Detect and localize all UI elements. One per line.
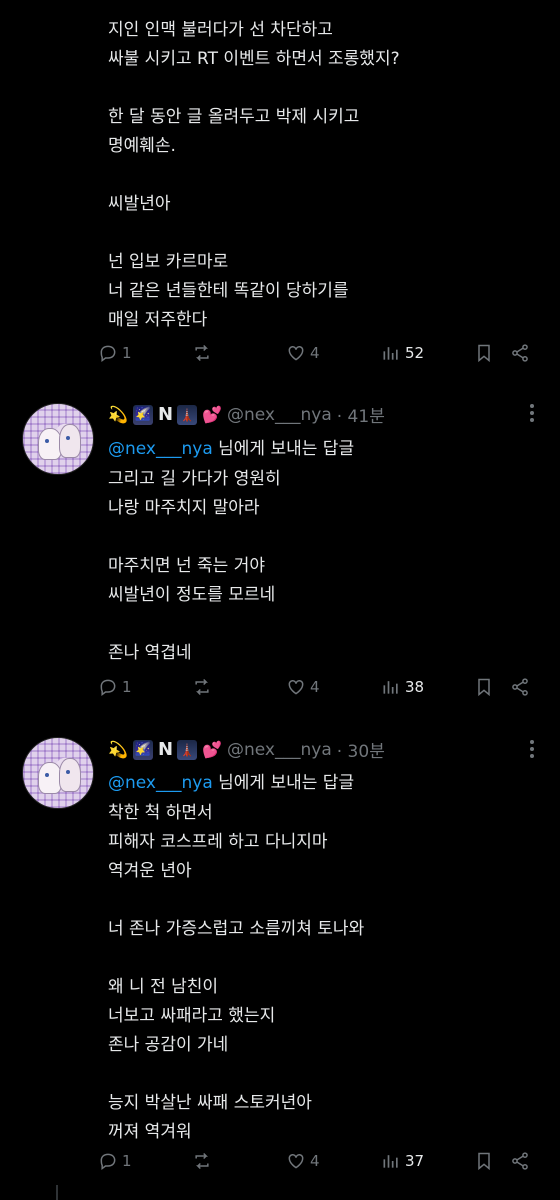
reply-context-label: 님에게 보내는 답글 (212, 439, 355, 459)
retweet-button[interactable] (192, 1151, 212, 1171)
reply-mention-link[interactable]: @nex___nya (108, 439, 213, 459)
more-icon (530, 740, 534, 744)
retweet-icon (195, 678, 209, 696)
reply-icon (100, 679, 116, 696)
reply-button[interactable]: 1 (98, 677, 132, 697)
more-options-button[interactable] (530, 404, 536, 422)
letter-n-emoji: N (158, 403, 174, 425)
reply-button[interactable]: 1 (98, 343, 132, 363)
views-button[interactable]: 38 (381, 677, 424, 697)
views-icon (383, 1155, 398, 1168)
tower-emoji: 🗼 (177, 739, 197, 760)
tweet-header: 💫 🌠 N 🗼 💕 @nex___nya · 41분 (108, 402, 385, 427)
bookmark-button[interactable] (474, 343, 494, 363)
reply-context: @nex___nya 님에게 보내는 답글 (108, 768, 354, 793)
tweet-text: 지인 인맥 불러다가 선 차단하고 싸불 시키고 RT 이벤트 하면서 조롱했지… (108, 20, 400, 330)
reply-icon (100, 345, 116, 362)
like-count: 4 (310, 678, 320, 696)
share-icon (512, 344, 528, 362)
bookmark-button[interactable] (474, 677, 494, 697)
reply-mention-link[interactable]: @nex___nya (108, 773, 213, 793)
shooting-star-emoji: 🌠 (133, 739, 153, 760)
hearts-emoji: 💕 (202, 739, 222, 759)
bookmark-icon (478, 1152, 490, 1171)
share-icon (512, 1152, 528, 1170)
like-button[interactable]: 4 (286, 343, 320, 363)
retweet-icon (195, 1152, 209, 1170)
retweet-button[interactable] (192, 677, 212, 697)
like-button[interactable]: 4 (286, 1151, 320, 1171)
timestamp[interactable]: · 41분 (337, 402, 385, 427)
views-count: 38 (405, 678, 425, 696)
views-button[interactable]: 52 (381, 343, 424, 363)
user-handle[interactable]: @nex___nya (227, 740, 332, 760)
user-handle[interactable]: @nex___nya (227, 405, 332, 425)
reply-context: @nex___nya 님에게 보내는 답글 (108, 434, 354, 459)
hearts-emoji: 💕 (202, 404, 222, 424)
like-icon (288, 679, 304, 695)
tweet-actions: 1 4 38 (0, 677, 560, 701)
avatar[interactable] (22, 403, 94, 475)
share-button[interactable] (510, 343, 530, 363)
bookmark-icon (478, 678, 490, 697)
dizzy-emoji: 💫 (108, 739, 128, 759)
reply-icon (100, 1153, 116, 1170)
views-icon (383, 347, 398, 360)
reply-context-label: 님에게 보내는 답글 (212, 773, 355, 793)
reply-button[interactable]: 1 (98, 1151, 132, 1171)
bookmark-icon (478, 344, 490, 363)
like-button[interactable]: 4 (286, 677, 320, 697)
letter-n-emoji: N (158, 738, 174, 760)
timestamp[interactable]: · 30분 (337, 737, 385, 762)
views-icon (383, 681, 398, 694)
retweet-button[interactable] (192, 343, 212, 363)
reply-count: 1 (122, 1152, 132, 1170)
avatar[interactable] (22, 737, 94, 809)
reply-count: 1 (122, 678, 132, 696)
tweet-header: 💫 🌠 N 🗼 💕 @nex___nya · 30분 (108, 737, 385, 762)
tweet-actions: 1 4 37 (0, 1151, 560, 1175)
share-button[interactable] (510, 677, 530, 697)
retweet-icon (195, 344, 209, 362)
tower-emoji: 🗼 (177, 404, 197, 425)
views-count: 37 (405, 1152, 425, 1170)
thread-line (56, 1185, 58, 1200)
reply-count: 1 (122, 344, 132, 362)
tweet-text: 그리고 길 가다가 영원히 나랑 마주치지 말아라 마주치면 넌 죽는 거야 씨… (108, 469, 281, 663)
like-count: 4 (310, 1152, 320, 1170)
bookmark-button[interactable] (474, 1151, 494, 1171)
share-button[interactable] (510, 1151, 530, 1171)
more-options-button[interactable] (530, 740, 536, 758)
views-button[interactable]: 37 (381, 1151, 424, 1171)
like-icon (288, 1153, 304, 1169)
shooting-star-emoji: 🌠 (133, 404, 153, 425)
views-count: 52 (405, 344, 425, 362)
like-count: 4 (310, 344, 320, 362)
tweet-text: 착한 척 하면서 피해자 코스프레 하고 다니지마 역겨운 년아 너 존나 가증… (108, 803, 365, 1142)
more-icon (530, 404, 534, 408)
tweet-actions: 1 4 52 (0, 343, 560, 367)
dizzy-emoji: 💫 (108, 404, 128, 424)
like-icon (288, 345, 304, 361)
share-icon (512, 678, 528, 696)
